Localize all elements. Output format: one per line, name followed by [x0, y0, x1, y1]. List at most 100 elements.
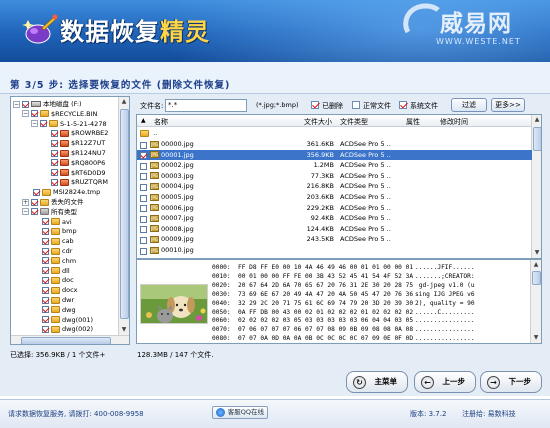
tree-scroll-down-icon[interactable]: ▼	[119, 325, 129, 335]
parent-folder-row[interactable]: ..	[137, 128, 532, 139]
filter-button[interactable]: 过滤	[451, 98, 487, 112]
file-row[interactable]: JPG 00010.jpg	[137, 245, 532, 256]
hex-scroll-down-icon[interactable]: ▼	[531, 333, 541, 343]
file-checkbox[interactable]	[140, 194, 147, 202]
hex-scrollbar[interactable]: ▲ ▼	[530, 260, 541, 343]
file-row[interactable]: JPG 00003.jpg 77.3KB ACDSee Pro 5 ..	[137, 171, 532, 182]
hex-scroll-thumb[interactable]	[532, 271, 541, 285]
hex-view[interactable]: 0000: FF D8 FF E0 00 10 4A 46 49 46 00 01…	[212, 262, 542, 342]
main-menu-button[interactable]: ↻ 主菜单	[346, 371, 408, 393]
folder-tree[interactable]: − 本地磁盘 (F:) − $RECYCLE.BIN − S-1-5-21-4278 $RO…	[10, 96, 130, 345]
tree-checkbox[interactable]	[42, 276, 49, 284]
file-checkbox[interactable]	[140, 141, 147, 149]
tree-scrollbar[interactable]: ▲ ▼	[118, 97, 129, 335]
tree-checkbox[interactable]	[51, 178, 58, 186]
prev-step-button[interactable]: ← 上一步	[414, 371, 476, 393]
tree-checkbox[interactable]	[51, 159, 58, 167]
deleted-checkbox[interactable]	[311, 101, 319, 109]
file-row[interactable]: JPG 00000.jpg 361.6KB ACDSee Pro 5 ..	[137, 139, 532, 150]
file-size: 243.5KB	[306, 235, 334, 244]
file-row[interactable]: JPG 00002.jpg 1.2MB ACDSee Pro 5 ..	[137, 160, 532, 171]
tree-item-label: dwg(001)	[62, 315, 94, 324]
next-step-button[interactable]: → 下一步	[480, 371, 542, 393]
collapse-icon[interactable]: −	[31, 120, 38, 128]
file-list-scrollbar[interactable]: ▲ ▼	[531, 115, 541, 258]
tree-checkbox[interactable]	[42, 257, 49, 265]
file-checkbox[interactable]	[140, 247, 147, 255]
file-list[interactable]: ▲ 名称 文件大小 文件类型 属性 修改时间 .. ▲ ▼ JPG 00000.j…	[136, 114, 542, 259]
tree-checkbox[interactable]	[42, 325, 49, 333]
scroll-up-icon[interactable]: ▲	[532, 115, 541, 125]
jpg-file-icon: JPG	[150, 182, 159, 190]
file-checkbox[interactable]	[140, 215, 147, 223]
tree-checkbox[interactable]	[31, 208, 38, 216]
file-row[interactable]: JPG 00009.jpg 243.5KB ACDSee Pro 5 ..	[137, 234, 532, 245]
tree-checkbox[interactable]	[31, 198, 38, 206]
col-name[interactable]: 名称	[154, 117, 168, 127]
tree-checkbox[interactable]	[42, 316, 49, 324]
file-row[interactable]: JPG 00005.jpg 203.6KB ACDSee Pro 5 ..	[137, 192, 532, 203]
file-row[interactable]: JPG 00001.jpg 356.9KB ACDSee Pro 5 ..	[137, 149, 532, 161]
expand-icon[interactable]: +	[22, 198, 29, 206]
col-size[interactable]: 文件大小	[304, 117, 332, 127]
tree-checkbox[interactable]	[42, 296, 49, 304]
tree-checkbox[interactable]	[51, 169, 58, 177]
system-files-label: 系统文件	[410, 102, 438, 110]
next-step-label: 下一步	[508, 377, 532, 386]
system-files-checkbox[interactable]	[399, 101, 407, 109]
tree-item-label: MSI2824e.tmp	[53, 188, 101, 197]
tree-checkbox[interactable]	[33, 188, 40, 196]
tree-checkbox[interactable]	[42, 306, 49, 314]
col-mtime[interactable]: 修改时间	[440, 117, 468, 127]
file-type: ACDSee Pro 5 ..	[340, 193, 391, 201]
qq-support-button[interactable]: 客服QQ在线	[212, 406, 268, 419]
file-row[interactable]: JPG 00007.jpg 92.4KB ACDSee Pro 5 ..	[137, 213, 532, 224]
file-row[interactable]: JPG 00004.jpg 216.8KB ACDSee Pro 5 ..	[137, 181, 532, 192]
tree-checkbox[interactable]	[42, 227, 49, 235]
tree-checkbox[interactable]	[51, 149, 58, 157]
jpg-file-icon: JPG	[150, 204, 159, 212]
file-checkbox[interactable]	[140, 226, 147, 234]
tree-checkbox[interactable]	[42, 247, 49, 255]
tree-scroll-up-icon[interactable]: ▲	[119, 97, 129, 107]
tree-checkbox[interactable]	[31, 110, 38, 118]
scroll-down-icon[interactable]: ▼	[532, 248, 541, 258]
tree-checkbox[interactable]	[42, 237, 49, 245]
tree-checkbox[interactable]	[51, 139, 58, 147]
tree-checkbox[interactable]	[40, 120, 47, 128]
more-button[interactable]: 更多>>	[491, 98, 525, 112]
brand-url: WWW.WESTE.NET	[436, 37, 521, 46]
file-row[interactable]: JPG 00008.jpg 124.4KB ACDSee Pro 5 ..	[137, 224, 532, 235]
collapse-icon[interactable]: −	[13, 100, 20, 108]
tree-checkbox[interactable]	[22, 100, 29, 108]
tree-checkbox[interactable]	[51, 129, 58, 137]
folder-icon	[51, 247, 60, 255]
tree-scroll-thumb[interactable]	[120, 109, 129, 319]
tree-item-label: avi	[62, 217, 72, 226]
col-type[interactable]: 文件类型	[340, 117, 368, 127]
file-type: ACDSee Pro 5 ..	[340, 161, 391, 170]
tree-checkbox[interactable]	[42, 286, 49, 294]
file-checkbox[interactable]	[140, 173, 147, 181]
file-row[interactable]: JPG 00006.jpg 229.2KB ACDSee Pro 5 ..	[137, 203, 532, 214]
file-checkbox[interactable]	[140, 205, 147, 213]
folder-icon	[60, 139, 69, 147]
tree-checkbox[interactable]	[42, 218, 49, 226]
jpg-file-icon: JPG	[150, 214, 159, 222]
file-checkbox[interactable]	[140, 236, 147, 244]
collapse-icon[interactable]: −	[22, 110, 29, 118]
tree-hscroll-thumb[interactable]	[21, 337, 111, 344]
tree-item-label: $ROWRBE2	[71, 129, 109, 138]
tree-hscrollbar[interactable]	[11, 335, 129, 344]
file-checkbox[interactable]	[140, 152, 147, 160]
tree-checkbox[interactable]	[42, 267, 49, 275]
scroll-thumb[interactable]	[533, 127, 541, 151]
file-checkbox[interactable]	[140, 162, 147, 170]
collapse-icon[interactable]: −	[22, 208, 29, 216]
tree-item-label: $RT6D0D9	[71, 168, 106, 177]
normal-files-checkbox[interactable]	[352, 101, 360, 109]
col-attr[interactable]: 属性	[406, 117, 420, 127]
filename-filter-input[interactable]: *.*	[165, 99, 247, 112]
file-checkbox[interactable]	[140, 183, 147, 191]
hex-scroll-up-icon[interactable]: ▲	[531, 260, 541, 270]
